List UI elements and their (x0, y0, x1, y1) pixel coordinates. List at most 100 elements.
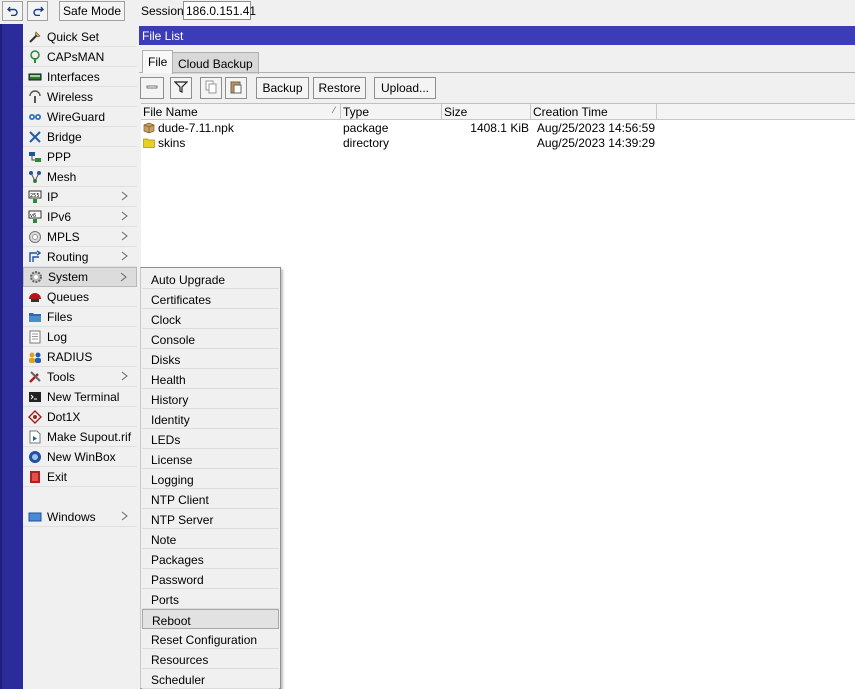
filter-button[interactable] (170, 77, 192, 99)
sidebar-item-tools[interactable]: Tools (23, 367, 137, 387)
tab-file[interactable]: File (142, 50, 174, 73)
system-submenu: Auto Upgrade Certificates Clock Console … (140, 267, 281, 689)
menu-item-scheduler[interactable]: Scheduler (142, 669, 279, 689)
sidebar-item-label: Interfaces (47, 69, 100, 84)
sidebar-item-log[interactable]: Log (23, 327, 137, 347)
ip-icon: 255 (27, 189, 43, 205)
wireless-icon (27, 89, 43, 105)
sidebar-item-queues[interactable]: Queues (23, 287, 137, 307)
sidebar-item-windows[interactable]: Windows (23, 507, 137, 527)
menu-item-logging[interactable]: Logging (142, 469, 279, 489)
supout-icon (27, 429, 43, 445)
sidebar-item-new-terminal[interactable]: New Terminal (23, 387, 137, 407)
session-field[interactable]: 186.0.151.41 (183, 1, 256, 20)
menu-item-resources[interactable]: Resources (142, 649, 279, 669)
undo-button[interactable] (2, 1, 23, 21)
safe-mode-button[interactable]: Safe Mode (59, 1, 125, 21)
undo-icon (6, 4, 19, 19)
sidebar-item-label: Quick Set (47, 29, 100, 44)
upload-button[interactable]: Upload... (374, 77, 436, 99)
menu-item-ntp-client[interactable]: NTP Client (142, 489, 279, 509)
sidebar-item-files[interactable]: Files (23, 307, 137, 327)
sidebar-item-interfaces[interactable]: Interfaces (23, 67, 137, 87)
capsman-icon (27, 49, 43, 65)
column-header-type[interactable]: Type (341, 104, 442, 120)
file-type: package (343, 121, 389, 135)
sidebar-item-label: New Terminal (47, 389, 120, 404)
package-icon (143, 122, 155, 134)
mesh-icon (27, 169, 43, 185)
menu-item-license[interactable]: License (142, 449, 279, 469)
menu-item-leds[interactable]: LEDs (142, 429, 279, 449)
sidebar-item-dot1x[interactable]: Dot1X (23, 407, 137, 427)
queues-icon (27, 289, 43, 305)
file-size (442, 136, 531, 151)
redo-icon (32, 4, 44, 19)
restore-button[interactable]: Restore (313, 77, 366, 99)
sidebar-item-label: MPLS (47, 229, 80, 244)
file-size: 1408.1 KiB (470, 121, 529, 135)
svg-text:255: 255 (30, 193, 40, 199)
ipv6-icon: v6 (27, 209, 43, 225)
sidebar-item-label: Files (47, 309, 73, 324)
sidebar-item-ipv6[interactable]: v6 IPv6 (23, 207, 137, 227)
chevron-right-icon (121, 371, 128, 381)
copy-button[interactable] (200, 77, 222, 99)
sidebar-item-system[interactable]: System (23, 267, 137, 287)
chevron-right-icon (121, 231, 128, 241)
sidebar-item-mesh[interactable]: Mesh (23, 167, 137, 187)
menu-item-certificates[interactable]: Certificates (142, 289, 279, 309)
column-header-file-name[interactable]: File Name ⁄ (141, 104, 341, 120)
sidebar-item-label: Dot1X (47, 409, 81, 424)
menu-item-reboot[interactable]: Reboot (142, 609, 279, 629)
sidebar-item-radius[interactable]: RADIUS (23, 347, 137, 367)
sidebar-item-mpls[interactable]: MPLS (23, 227, 137, 247)
paste-icon (229, 80, 243, 97)
sidebar-item-make-supout[interactable]: Make Supout.rif (23, 427, 137, 447)
column-header-creation-time[interactable]: Creation Time (531, 104, 657, 120)
table-row[interactable]: dude-7.11.npk package 1408.1 KiB Aug/25/… (141, 121, 855, 136)
sidebar-item-bridge[interactable]: Bridge (23, 127, 137, 147)
menu-item-disks[interactable]: Disks (142, 349, 279, 369)
sidebar-item-capsman[interactable]: CAPsMAN (23, 47, 137, 67)
redo-button[interactable] (27, 1, 48, 21)
ppp-icon (27, 149, 43, 165)
menu-item-console[interactable]: Console (142, 329, 279, 349)
sidebar-item-quick-set[interactable]: Quick Set (23, 27, 137, 47)
winbox-side-strip (0, 24, 23, 689)
menu-item-ports[interactable]: Ports (142, 589, 279, 609)
sidebar-menu: Quick Set CAPsMAN Interfaces Wireless Wi… (23, 27, 138, 689)
chevron-right-icon (120, 272, 127, 282)
sidebar-item-label: CAPsMAN (47, 49, 105, 64)
paste-button[interactable] (225, 77, 247, 99)
sidebar-item-new-winbox[interactable]: New WinBox (23, 447, 137, 467)
mpls-icon (27, 229, 43, 245)
menu-item-packages[interactable]: Packages (142, 549, 279, 569)
sidebar-item-label: Queues (47, 289, 90, 304)
backup-button[interactable]: Backup (256, 77, 309, 99)
tab-cloud-backup[interactable]: Cloud Backup (172, 52, 259, 74)
menu-item-auto-upgrade[interactable]: Auto Upgrade (142, 269, 279, 289)
sidebar-item-label: New WinBox (47, 449, 116, 464)
sidebar-item-routing[interactable]: Routing (23, 247, 137, 267)
column-header-size[interactable]: Size (442, 104, 531, 120)
menu-item-identity[interactable]: Identity (142, 409, 279, 429)
menu-item-password[interactable]: Password (142, 569, 279, 589)
menu-item-ntp-server[interactable]: NTP Server (142, 509, 279, 529)
sidebar-item-wireless[interactable]: Wireless (23, 87, 137, 107)
sidebar-item-ppp[interactable]: PPP (23, 147, 137, 167)
sidebar-item-exit[interactable]: Exit (23, 467, 137, 487)
sidebar-item-label: Wireless (47, 89, 94, 104)
filter-icon (173, 80, 189, 97)
menu-item-history[interactable]: History (142, 389, 279, 409)
chevron-right-icon (121, 251, 128, 261)
sidebar-item-wireguard[interactable]: WireGuard (23, 107, 137, 127)
menu-item-clock[interactable]: Clock (142, 309, 279, 329)
table-row[interactable]: skins directory Aug/25/2023 14:39:29 (141, 136, 855, 151)
menu-item-note[interactable]: Note (142, 529, 279, 549)
interfaces-icon (27, 69, 43, 85)
menu-item-reset-configuration[interactable]: Reset Configuration (142, 629, 279, 649)
remove-button[interactable] (140, 77, 164, 99)
sidebar-item-ip[interactable]: 255 IP (23, 187, 137, 207)
menu-item-health[interactable]: Health (142, 369, 279, 389)
